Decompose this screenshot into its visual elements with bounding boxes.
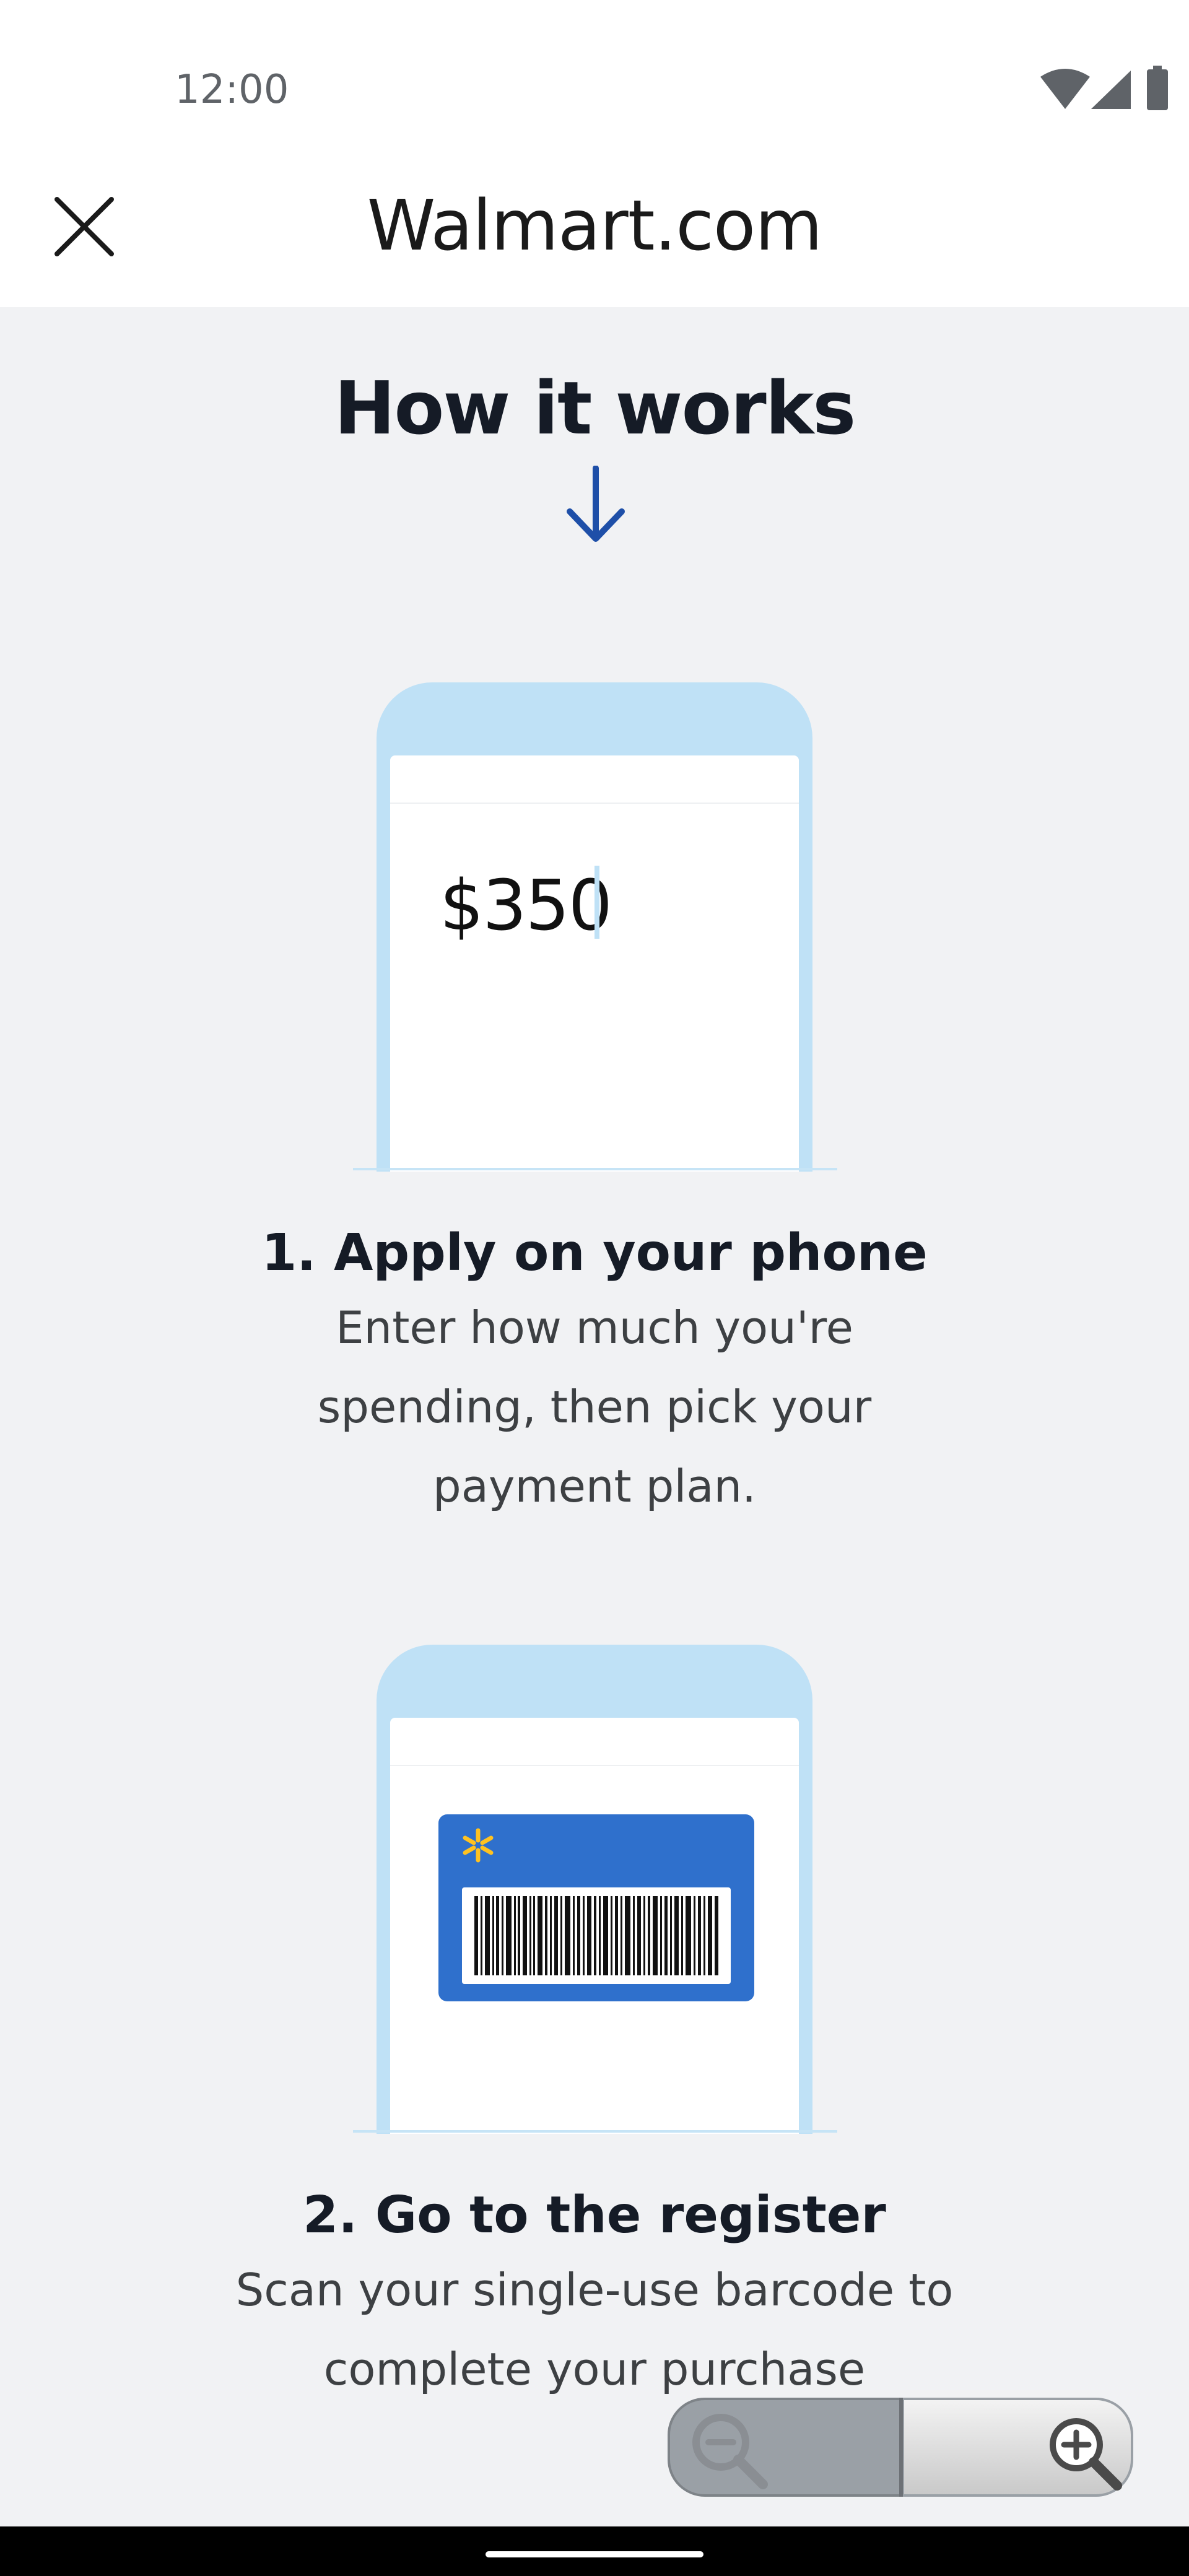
battery-icon	[1147, 66, 1168, 110]
amount-value: $350	[440, 866, 612, 946]
barcode-card	[438, 1814, 754, 2001]
phone-illustration-2	[377, 1645, 812, 2134]
phone-screen	[390, 1718, 799, 2134]
wifi-icon	[1040, 69, 1090, 109]
step-2-title: 2. Go to the register	[303, 2186, 886, 2245]
walmart-spark-icon	[463, 1828, 494, 1863]
barcode-icon	[474, 1896, 718, 1975]
home-handle[interactable]	[486, 2551, 703, 2557]
navigation-bar	[0, 2526, 1189, 2576]
phone-base	[353, 2130, 837, 2133]
step-2-description: Scan your single-use barcode to complete…	[235, 2264, 954, 2395]
barcode	[462, 1887, 731, 1984]
status-icons	[1040, 66, 1189, 118]
phone-base	[353, 1168, 837, 1170]
zoom-control	[668, 2398, 1133, 2497]
step-1-description: Enter how much you're spending, then pic…	[317, 1302, 872, 1512]
zoom-out-button[interactable]	[668, 2398, 902, 2497]
zoom-in-icon	[1050, 2418, 1122, 2491]
status-time: 12:00	[175, 67, 289, 113]
signal-icon	[1091, 71, 1131, 109]
arrow-down-icon	[567, 466, 625, 542]
phone-screen: $350	[390, 755, 799, 1172]
step-1-title: 1. Apply on your phone	[261, 1224, 928, 1282]
status-bar: 12:00	[0, 0, 1189, 155]
section-heading: How it works	[334, 365, 856, 451]
zoom-out-icon	[692, 2414, 768, 2489]
page-title: Walmart.com	[367, 186, 823, 266]
text-caret	[594, 866, 599, 939]
zoom-in-button[interactable]	[902, 2398, 1133, 2497]
zoom-divider	[899, 2398, 903, 2497]
phone-illustration-1: $350	[377, 682, 812, 1172]
